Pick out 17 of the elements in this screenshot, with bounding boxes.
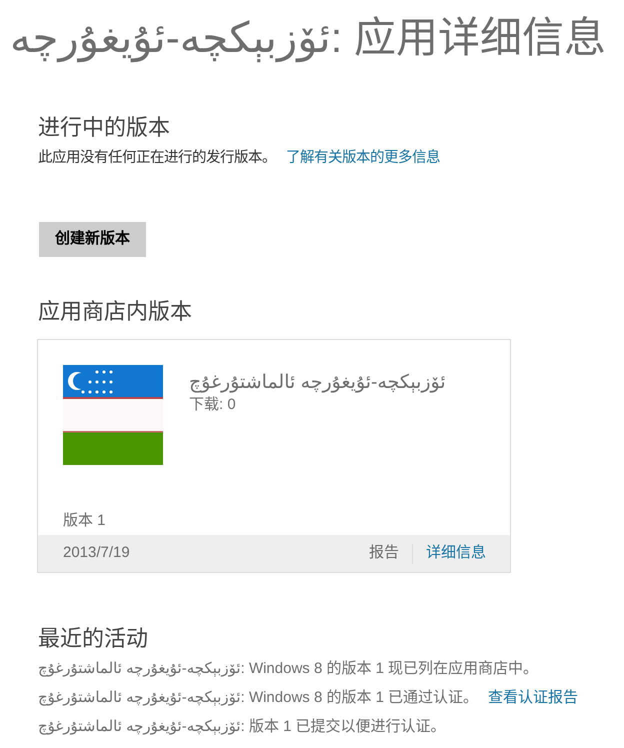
app-name: ئۆزبېكچە-ئۇيغۇرچە ئالماشتۇرغۇچ xyxy=(189,371,446,395)
download-count: 下载: 0 xyxy=(189,395,237,415)
learn-more-link[interactable]: 了解有关版本的更多信息 xyxy=(286,148,440,168)
page-title: ئۆزبېكچە-ئۇيغۇرچە: 应用详细信息 xyxy=(9,14,607,62)
activity-entry: ئۆزبېكچە-ئۇيغۇرچە ئالماشتۇرغۇچ: 版本 1 已提交以便进行认证。 xyxy=(38,717,446,737)
status-message: 此应用没有任何正在进行的发行版本。 xyxy=(38,148,276,168)
certification-report-link[interactable]: 查看认证报告 xyxy=(488,688,578,708)
activity-entry: ئۆزبېكچە-ئۇيغۇرچە ئالماشتۇرغۇچ: Windows 8 的版本 1 现已列在应用商店中。 xyxy=(38,659,538,679)
section-heading: 进行中的版本 xyxy=(38,114,171,142)
version-label: 版本 1 xyxy=(63,511,107,531)
create-release-button[interactable]: 创建新版本 xyxy=(39,222,146,257)
details-link[interactable]: 详细信息 xyxy=(426,542,486,565)
flag-icon xyxy=(63,365,163,465)
release-date: 2013/7/19 xyxy=(63,543,130,564)
section-heading: 最近的活动 xyxy=(38,625,149,653)
activity-entry: ئۆزبېكچە-ئۇيغۇرچە ئالماشتۇرغۇچ: Windows 8 的版本 1 已通过认证。 xyxy=(38,688,478,708)
section-heading: 应用商店内版本 xyxy=(38,298,193,326)
